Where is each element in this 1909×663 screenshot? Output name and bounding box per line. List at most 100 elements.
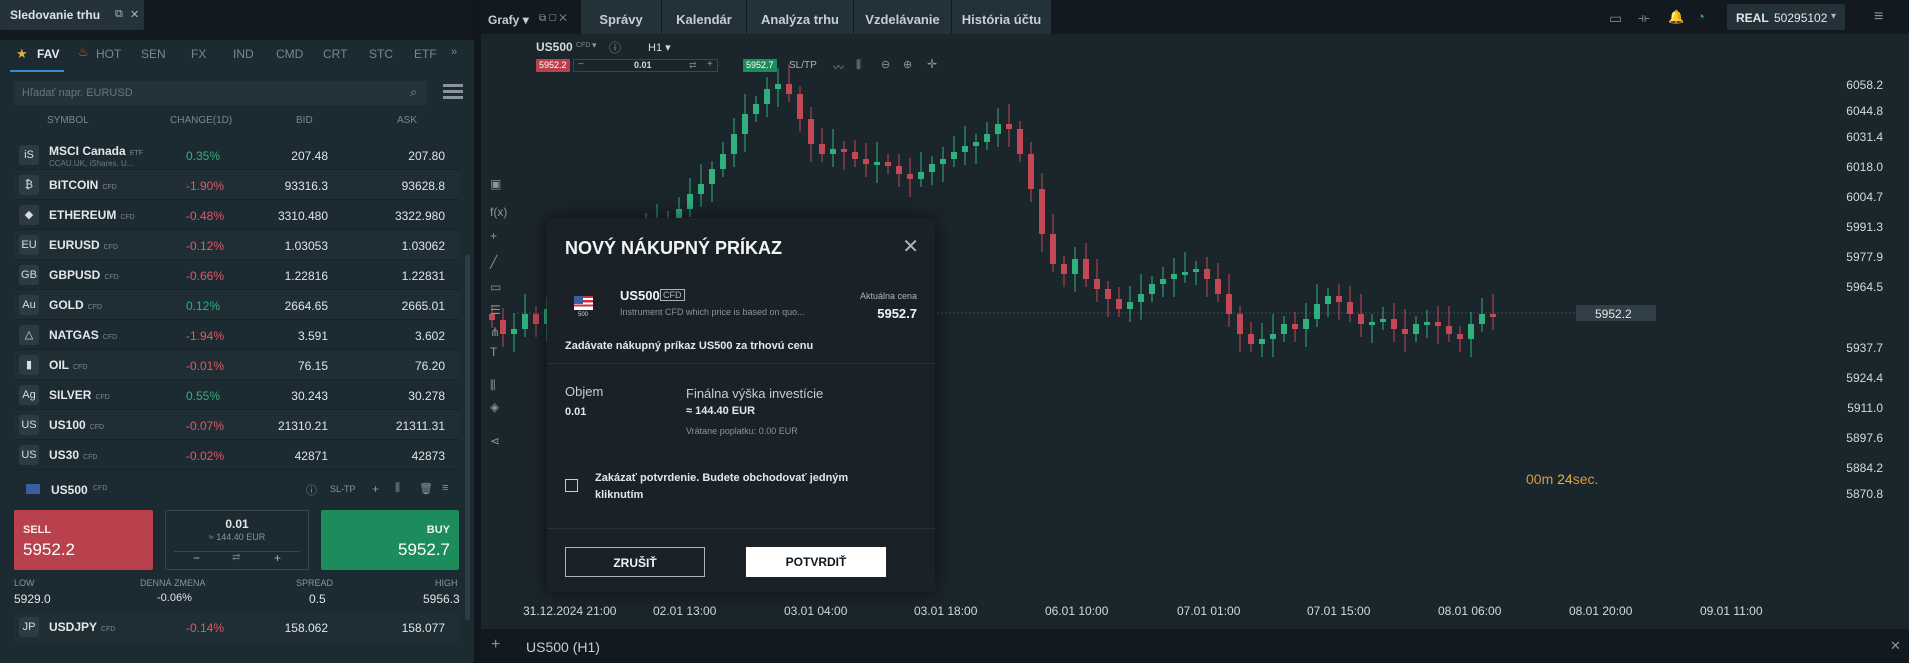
header-ask[interactable]: ASK: [397, 115, 417, 126]
category-sen[interactable]: SEN: [141, 47, 166, 61]
pitchfork-tool-icon[interactable]: ⋔: [490, 325, 500, 339]
daily-change-label: DENNÁ ZMENA: [140, 578, 206, 588]
line-tool-icon[interactable]: ╱: [490, 255, 497, 269]
volume-label: Objem: [565, 384, 604, 399]
table-row[interactable]: ▮ OIL CFD -0.01% 76.15 76.20: [14, 350, 459, 380]
table-row[interactable]: ◆ ETHEREUM CFD -0.48% 3310.480 3322.980: [14, 200, 459, 230]
price-label: 5937.7: [1846, 341, 1883, 355]
buy-button[interactable]: BUY 5952.7: [321, 510, 459, 570]
account-selector[interactable]: REAL 50295102 ▾: [1727, 4, 1845, 30]
trash-icon[interactable]: 🗑: [419, 482, 433, 495]
box-icon[interactable]: ▣: [490, 177, 501, 191]
add-chart-icon[interactable]: +: [491, 636, 500, 654]
instrument-ask: 30.278: [408, 389, 445, 403]
table-row[interactable]: GB GBPUSD CFD -0.66% 1.22816 1.22831: [14, 260, 459, 290]
table-row[interactable]: EU EURUSD CFD -0.12% 1.03053 1.03062: [14, 230, 459, 260]
window-icons[interactable]: ⧉ ▢ ✕: [539, 13, 567, 24]
time-label: 08.01 20:00: [1569, 604, 1633, 618]
layout-icon[interactable]: ▭: [1609, 10, 1622, 27]
price-label: 5991.3: [1846, 220, 1883, 234]
selected-symbol: US500: [51, 483, 88, 497]
function-icon[interactable]: f(x): [490, 205, 507, 219]
menu-historia[interactable]: História účtu: [952, 0, 1051, 34]
instrument-change: -0.01%: [186, 359, 225, 373]
category-fav[interactable]: FAV: [37, 47, 59, 61]
search-icon[interactable]: ⌕: [410, 85, 417, 100]
plus-icon[interactable]: +: [372, 482, 379, 496]
category-ind[interactable]: IND: [233, 47, 254, 61]
candle-body: [1072, 259, 1078, 274]
selected-instrument[interactable]: US500 CFD ⓘ SL-TP + ⫼ 🗑 ≡: [14, 474, 459, 504]
us-flag-icon: [26, 484, 40, 494]
dialog-info: Zadávate nákupný príkaz US500 za trhovú …: [565, 340, 814, 352]
close-icon[interactable]: ✕: [130, 8, 139, 21]
cancel-button[interactable]: ZRUŠIŤ: [565, 547, 705, 577]
watchlist-tab[interactable]: Sledovanie trhu ⧉ ✕: [0, 0, 144, 30]
instrument-logo: ₿: [19, 175, 39, 195]
price-label: 5924.4: [1846, 371, 1883, 385]
category-cmd[interactable]: CMD: [276, 47, 303, 61]
table-row[interactable]: Au GOLD CFD 0.12% 2664.65 2665.01: [14, 290, 459, 320]
crosshair-tool-icon[interactable]: +: [490, 229, 497, 243]
text-tool-icon[interactable]: T: [490, 345, 497, 359]
quantity-value[interactable]: 0.01: [166, 517, 308, 531]
candle-body: [907, 174, 913, 179]
table-row[interactable]: ₿ BITCOIN CFD -1.90% 93316.3 93628.8: [14, 170, 459, 200]
menu-spravy[interactable]: Správy: [581, 0, 661, 34]
share-icon[interactable]: ⋖: [490, 434, 500, 448]
header-bid[interactable]: BID: [296, 115, 313, 126]
category-fx[interactable]: FX: [191, 47, 206, 61]
menu-analyza[interactable]: Analýza trhu: [747, 0, 853, 34]
category-stc[interactable]: STC: [369, 47, 393, 61]
menu-vzdelavanie[interactable]: Vzdelávanie: [854, 0, 951, 34]
candle-body: [1468, 324, 1474, 339]
search-input[interactable]: [14, 81, 394, 105]
table-row[interactable]: Ag SILVER CFD 0.55% 30.243 30.278: [14, 380, 459, 410]
dialog-close-icon[interactable]: ✕: [902, 234, 919, 259]
disable-confirm-label[interactable]: Zakázať potvrdenie. Budete obchodovať je…: [595, 470, 875, 504]
plus-button[interactable]: +: [274, 551, 281, 565]
disable-confirm-checkbox[interactable]: [565, 479, 578, 492]
swap-icon[interactable]: ⇄: [232, 552, 240, 563]
indicators-icon[interactable]: ⫼: [490, 378, 496, 393]
watchlist-scrollbar[interactable]: [465, 255, 470, 620]
chart-tab-title[interactable]: US500 (H1): [526, 639, 600, 655]
filter-icon[interactable]: ≡: [442, 482, 448, 494]
close-chart-icon[interactable]: ✕: [1890, 638, 1901, 654]
layers-icon[interactable]: ◈: [490, 400, 499, 414]
table-row[interactable]: JP USDJPY CFD -0.14% 158.062 158.077: [14, 612, 459, 642]
daily-change-value: -0.06%: [157, 592, 192, 604]
time-label: 08.01 06:00: [1438, 604, 1502, 618]
grid-view-icon[interactable]: [443, 84, 463, 100]
category-crt[interactable]: CRT: [323, 47, 347, 61]
candle-body: [1006, 124, 1012, 129]
category-etf[interactable]: ETF: [414, 47, 437, 61]
table-row[interactable]: US US100 CFD -0.07% 21310.21 21311.31: [14, 410, 459, 440]
candle-body: [1402, 329, 1408, 334]
rectangle-tool-icon[interactable]: ▭: [490, 280, 501, 294]
candle-body: [1050, 234, 1056, 264]
table-row[interactable]: US US30 CFD -0.02% 42871 42873: [14, 440, 459, 470]
sltp-label[interactable]: SL-TP: [330, 484, 356, 494]
instrument-change: -0.12%: [186, 239, 225, 253]
info-icon[interactable]: ⓘ: [306, 482, 317, 498]
table-row[interactable]: △ NATGAS CFD -1.94% 3.591 3.602: [14, 320, 459, 350]
header-change[interactable]: CHANGE(1D): [170, 115, 232, 126]
detach-icon[interactable]: ⧉: [115, 8, 123, 21]
fib-tool-icon[interactable]: ☰: [490, 303, 501, 317]
quantity-eur: ≈ 144.40 EUR: [208, 532, 266, 542]
table-row[interactable]: iS MSCI Canada ETF CCAU.UK, iShares, U... 0.…: [14, 140, 459, 170]
minus-button[interactable]: −: [193, 551, 200, 565]
hamburger-icon[interactable]: ≡: [1874, 8, 1883, 26]
grafy-menu[interactable]: Grafy ▾: [488, 13, 529, 27]
chevron-right-icon[interactable]: »: [451, 46, 457, 58]
depth-icon[interactable]: ⫼: [395, 482, 400, 495]
category-hot[interactable]: HOT: [96, 47, 121, 61]
header-symbol[interactable]: SYMBOL: [47, 115, 89, 126]
menu-kalendar[interactable]: Kalendár: [662, 0, 746, 34]
sell-button[interactable]: SELL 5952.2: [14, 510, 153, 570]
bell-icon[interactable]: 🔔: [1668, 9, 1684, 25]
confirm-button[interactable]: POTVRDIŤ: [746, 547, 886, 577]
candle-body: [962, 146, 968, 152]
network-icon[interactable]: ⟛: [1638, 10, 1650, 26]
